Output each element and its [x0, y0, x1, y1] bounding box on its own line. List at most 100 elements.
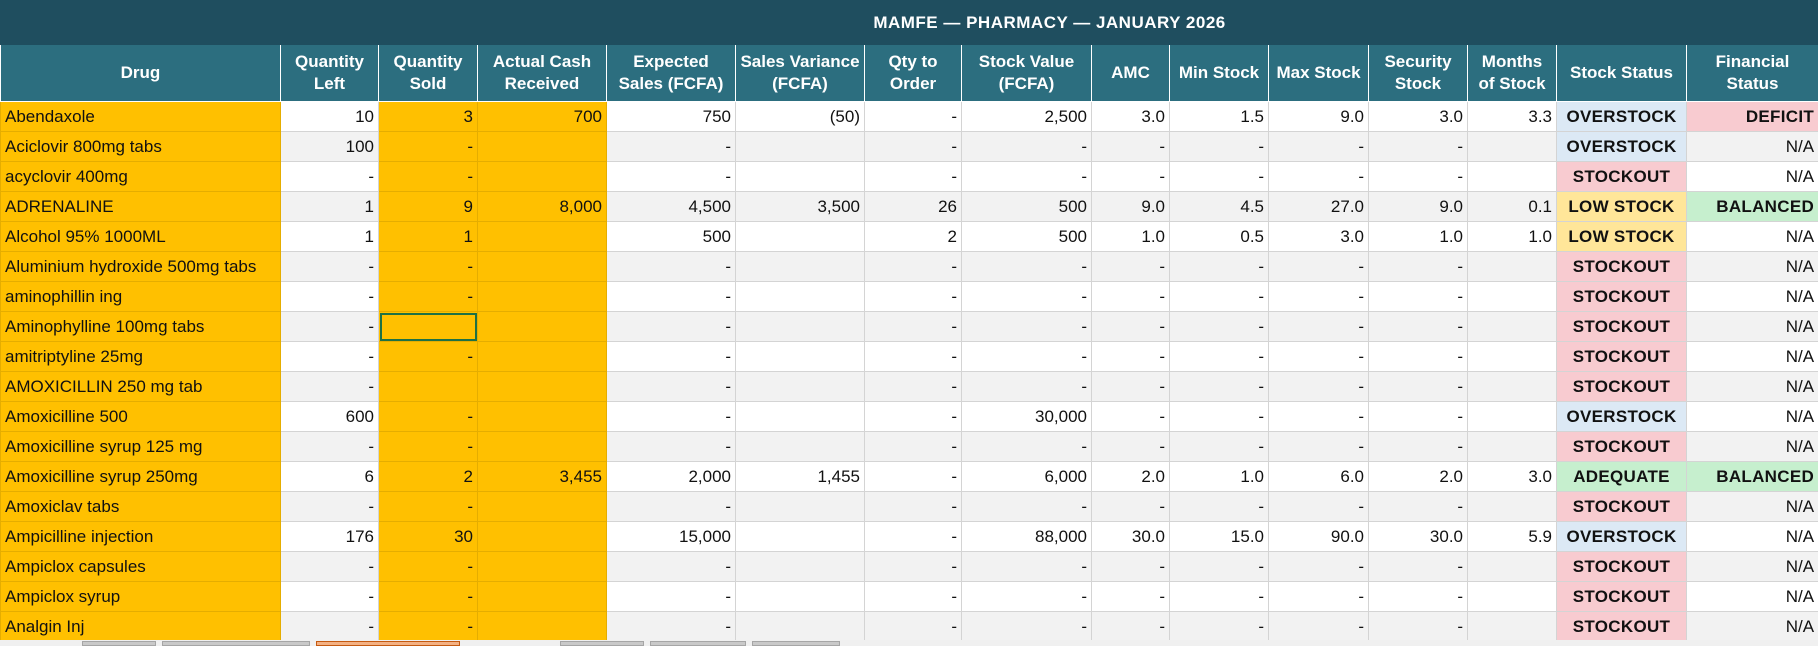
- cell-variance[interactable]: [735, 161, 865, 192]
- cell-cash[interactable]: [477, 521, 607, 552]
- cell-order[interactable]: 2: [864, 221, 962, 252]
- cell-cash[interactable]: [477, 221, 607, 252]
- cell-expected[interactable]: -: [606, 281, 736, 312]
- column-header-security[interactable]: Security Stock: [1368, 44, 1468, 102]
- cell-status[interactable]: OVERSTOCK: [1556, 101, 1687, 132]
- column-header-amc[interactable]: AMC: [1091, 44, 1170, 102]
- cell-max[interactable]: 3.0: [1268, 221, 1369, 252]
- cell-cash[interactable]: 8,000: [477, 191, 607, 222]
- cell-security[interactable]: -: [1368, 131, 1468, 162]
- cell-financial[interactable]: DEFICIT: [1685, 101, 1818, 132]
- cell-variance[interactable]: [735, 551, 865, 582]
- cell-order[interactable]: -: [864, 521, 962, 552]
- cell-drug[interactable]: Amoxicilline syrup 125 mg: [0, 431, 281, 462]
- cell-expected[interactable]: -: [606, 161, 736, 192]
- sheet-tab[interactable]: [560, 641, 644, 646]
- cell-qty-left[interactable]: -: [280, 371, 379, 402]
- cell-financial[interactable]: N/A: [1685, 251, 1818, 282]
- cell-status[interactable]: STOCKOUT: [1556, 551, 1687, 582]
- cell-amc[interactable]: -: [1091, 161, 1170, 192]
- cell-qty-sold[interactable]: -: [378, 581, 478, 612]
- cell-variance[interactable]: [735, 311, 865, 342]
- cell-security[interactable]: 3.0: [1368, 101, 1468, 132]
- cell-max[interactable]: -: [1268, 431, 1369, 462]
- cell-months[interactable]: [1467, 251, 1557, 282]
- cell-max[interactable]: -: [1268, 161, 1369, 192]
- column-header-max[interactable]: Max Stock: [1268, 44, 1369, 102]
- cell-qty-sold[interactable]: -: [378, 281, 478, 312]
- cell-order[interactable]: -: [864, 461, 962, 492]
- cell-stock-value[interactable]: -: [961, 131, 1092, 162]
- cell-variance[interactable]: 1,455: [735, 461, 865, 492]
- cell-max[interactable]: -: [1268, 281, 1369, 312]
- cell-amc[interactable]: -: [1091, 371, 1170, 402]
- cell-drug[interactable]: aminophillin ing: [0, 281, 281, 312]
- cell-security[interactable]: -: [1368, 341, 1468, 372]
- cell-drug[interactable]: Analgin Inj: [0, 611, 281, 642]
- cell-months[interactable]: [1467, 311, 1557, 342]
- cell-max[interactable]: 9.0: [1268, 101, 1369, 132]
- cell-qty-left[interactable]: -: [280, 311, 379, 342]
- cell-min[interactable]: -: [1169, 281, 1269, 312]
- cell-financial[interactable]: N/A: [1685, 581, 1818, 612]
- cell-min[interactable]: 4.5: [1169, 191, 1269, 222]
- cell-expected[interactable]: -: [606, 251, 736, 282]
- cell-order[interactable]: 26: [864, 191, 962, 222]
- cell-months[interactable]: [1467, 551, 1557, 582]
- cell-drug[interactable]: Alcohol 95% 1000ML: [0, 221, 281, 252]
- cell-qty-left[interactable]: -: [280, 581, 379, 612]
- cell-qty-sold[interactable]: 9: [378, 191, 478, 222]
- cell-max[interactable]: 27.0: [1268, 191, 1369, 222]
- cell-max[interactable]: -: [1268, 611, 1369, 642]
- cell-security[interactable]: 30.0: [1368, 521, 1468, 552]
- cell-stock-value[interactable]: -: [961, 161, 1092, 192]
- cell-amc[interactable]: 9.0: [1091, 191, 1170, 222]
- cell-qty-left[interactable]: -: [280, 251, 379, 282]
- cell-months[interactable]: [1467, 341, 1557, 372]
- sheet-title[interactable]: MAMFE — PHARMACY — JANUARY 2026: [279, 0, 1818, 45]
- cell-drug[interactable]: Ampiclox syrup: [0, 581, 281, 612]
- cell-amc[interactable]: -: [1091, 581, 1170, 612]
- cell-amc[interactable]: -: [1091, 341, 1170, 372]
- cell-order[interactable]: -: [864, 581, 962, 612]
- cell-min[interactable]: -: [1169, 161, 1269, 192]
- cell-qty-left[interactable]: -: [280, 551, 379, 582]
- cell-drug[interactable]: acyclovir 400mg: [0, 161, 281, 192]
- sheet-tab[interactable]: [82, 641, 156, 646]
- cell-qty-sold[interactable]: 1: [378, 221, 478, 252]
- cell-financial[interactable]: BALANCED: [1685, 461, 1818, 492]
- cell-order[interactable]: -: [864, 401, 962, 432]
- cell-drug[interactable]: Abendaxole: [0, 101, 281, 132]
- cell-amc[interactable]: -: [1091, 611, 1170, 642]
- cell-months[interactable]: 5.9: [1467, 521, 1557, 552]
- cell-financial[interactable]: N/A: [1685, 401, 1818, 432]
- cell-cash[interactable]: [477, 401, 607, 432]
- cell-order[interactable]: -: [864, 161, 962, 192]
- column-header-financial[interactable]: Financial Status: [1685, 44, 1818, 102]
- cell-expected[interactable]: -: [606, 581, 736, 612]
- cell-status[interactable]: STOCKOUT: [1556, 431, 1687, 462]
- cell-cash[interactable]: [477, 611, 607, 642]
- column-header-stock-value[interactable]: Stock Value (FCFA): [961, 44, 1092, 102]
- cell-months[interactable]: 3.3: [1467, 101, 1557, 132]
- cell-variance[interactable]: [735, 341, 865, 372]
- cell-financial[interactable]: N/A: [1685, 431, 1818, 462]
- cell-financial[interactable]: N/A: [1685, 521, 1818, 552]
- cell-financial[interactable]: N/A: [1685, 131, 1818, 162]
- cell-max[interactable]: -: [1268, 251, 1369, 282]
- cell-expected[interactable]: 500: [606, 221, 736, 252]
- cell-expected[interactable]: 2,000: [606, 461, 736, 492]
- cell-amc[interactable]: -: [1091, 551, 1170, 582]
- cell-amc[interactable]: -: [1091, 251, 1170, 282]
- cell-qty-sold[interactable]: -: [378, 491, 478, 522]
- cell-expected[interactable]: -: [606, 551, 736, 582]
- cell-drug[interactable]: Amoxiclav tabs: [0, 491, 281, 522]
- cell-expected[interactable]: -: [606, 431, 736, 462]
- cell-min[interactable]: -: [1169, 431, 1269, 462]
- cell-security[interactable]: -: [1368, 551, 1468, 582]
- cell-stock-value[interactable]: -: [961, 371, 1092, 402]
- cell-min[interactable]: 0.5: [1169, 221, 1269, 252]
- cell-cash[interactable]: [477, 131, 607, 162]
- cell-drug[interactable]: Amoxicilline 500: [0, 401, 281, 432]
- cell-amc[interactable]: -: [1091, 281, 1170, 312]
